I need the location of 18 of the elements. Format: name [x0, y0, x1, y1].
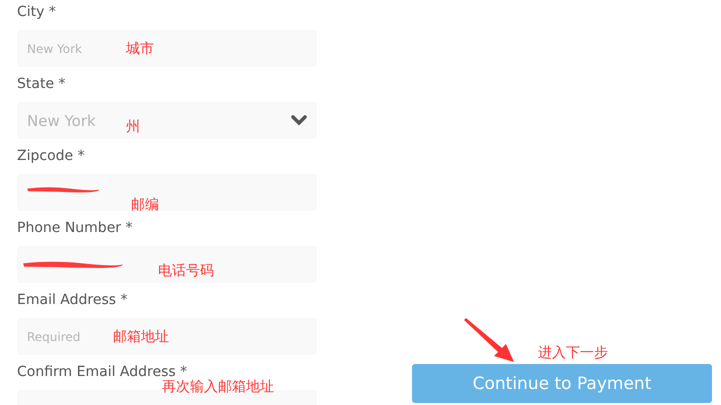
input-field[interactable] — [17, 246, 317, 283]
chevron-down-icon — [291, 115, 307, 126]
field-label: Confirm Email Address * — [17, 363, 188, 380]
annotation-note: 再次输入邮箱地址 — [162, 379, 274, 395]
field-label: Zipcode * — [17, 147, 86, 166]
field-label: Phone Number * — [17, 219, 134, 238]
field-label: Email Address * — [17, 291, 128, 310]
input-field[interactable] — [17, 174, 317, 211]
annotation-note: 邮箱地址 — [113, 329, 169, 345]
field-label: State * — [17, 75, 67, 94]
continue-button[interactable]: Continue to Payment — [412, 364, 712, 403]
annotation-note: 城市 — [126, 41, 154, 57]
field-label: City * — [17, 3, 57, 22]
annotation-note: 邮编 — [131, 197, 159, 213]
annotation-note: 州 — [126, 119, 140, 135]
arrow-annotation — [462, 318, 516, 364]
annotation-note: 电话号码 — [158, 263, 214, 279]
annotation-note: 进入下一步 — [538, 345, 608, 361]
